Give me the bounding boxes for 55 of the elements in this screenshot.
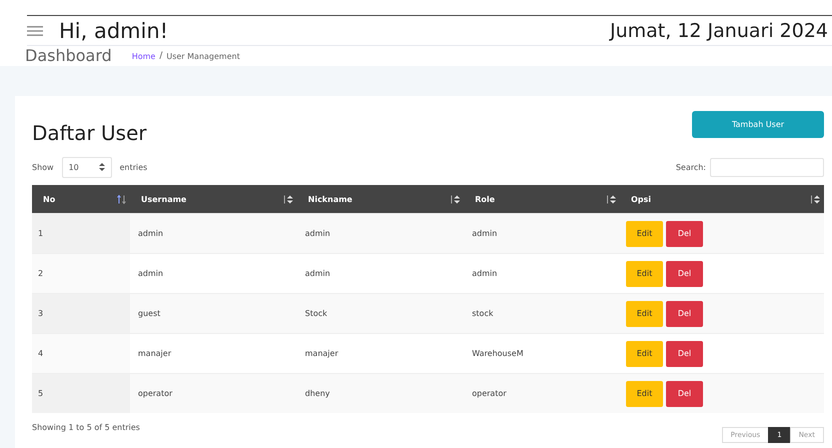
table-cell: operator: [138, 389, 172, 398]
delete-button[interactable]: Del: [666, 380, 703, 406]
edit-button[interactable]: Edit: [626, 220, 663, 246]
date-text: Jumat, 12 Januari 2024: [610, 20, 828, 42]
table-cell: 4: [38, 349, 44, 358]
table-cell: admin: [138, 269, 164, 278]
delete-button[interactable]: Del: [666, 260, 703, 286]
table-cell: Stock: [305, 309, 328, 318]
sort-icon[interactable]: [451, 194, 460, 204]
column-header[interactable]: Username: [141, 194, 186, 204]
sort-icon[interactable]: [607, 194, 616, 204]
entries-select[interactable]: 10: [62, 156, 112, 178]
sort-caret-icon: [98, 163, 105, 171]
greeting-heading: Hi, admin!: [59, 18, 168, 42]
column-header[interactable]: Role: [475, 194, 495, 204]
menu-icon[interactable]: [27, 26, 43, 36]
table-cell: WarehouseM: [472, 349, 524, 358]
table-cell: 3: [38, 309, 44, 318]
table-cell: manajer: [305, 349, 338, 358]
table-cell: guest: [138, 309, 160, 318]
delete-button[interactable]: Del: [666, 300, 703, 326]
search-label: Search:: [676, 162, 706, 172]
table-cell: 1: [38, 229, 44, 238]
sort-icon[interactable]: [811, 194, 820, 204]
table-cell: admin: [472, 269, 498, 278]
entries-label: entries: [120, 162, 148, 172]
breadcrumb-current: User Management: [166, 52, 240, 60]
delete-button[interactable]: Del: [666, 220, 703, 246]
column-header[interactable]: Nickname: [308, 194, 352, 204]
table-cell: dheny: [305, 389, 330, 398]
edit-button[interactable]: Edit: [626, 260, 663, 286]
breadcrumb-link[interactable]: Home: [132, 52, 156, 60]
table-cell: operator: [472, 389, 506, 398]
edit-button[interactable]: Edit: [626, 340, 663, 366]
entries-info: Showing 1 to 5 of 5 entries: [32, 423, 140, 432]
table-cell: admin: [138, 229, 164, 238]
column-header[interactable]: Opsi: [631, 194, 652, 204]
breadcrumb-separator: /: [159, 51, 162, 61]
table-cell: 5: [38, 389, 44, 398]
show-label: Show: [32, 162, 54, 172]
table-cell: admin: [305, 269, 330, 278]
sort-icon[interactable]: [284, 194, 293, 204]
search-field[interactable]: [710, 158, 824, 176]
page-title: Dashboard: [25, 47, 112, 65]
card-title: Daftar User: [32, 121, 147, 145]
table-cell: admin: [472, 229, 498, 238]
table-cell: manajer: [138, 349, 172, 358]
table-cell: 2: [38, 269, 44, 278]
table-cell: admin: [305, 229, 330, 238]
table-cell: stock: [472, 309, 494, 318]
delete-button[interactable]: Del: [666, 340, 703, 366]
column-header[interactable]: No: [43, 194, 56, 204]
edit-button[interactable]: Edit: [626, 300, 663, 326]
sort-ascending-icon[interactable]: [117, 194, 126, 204]
edit-button[interactable]: Edit: [626, 380, 663, 406]
